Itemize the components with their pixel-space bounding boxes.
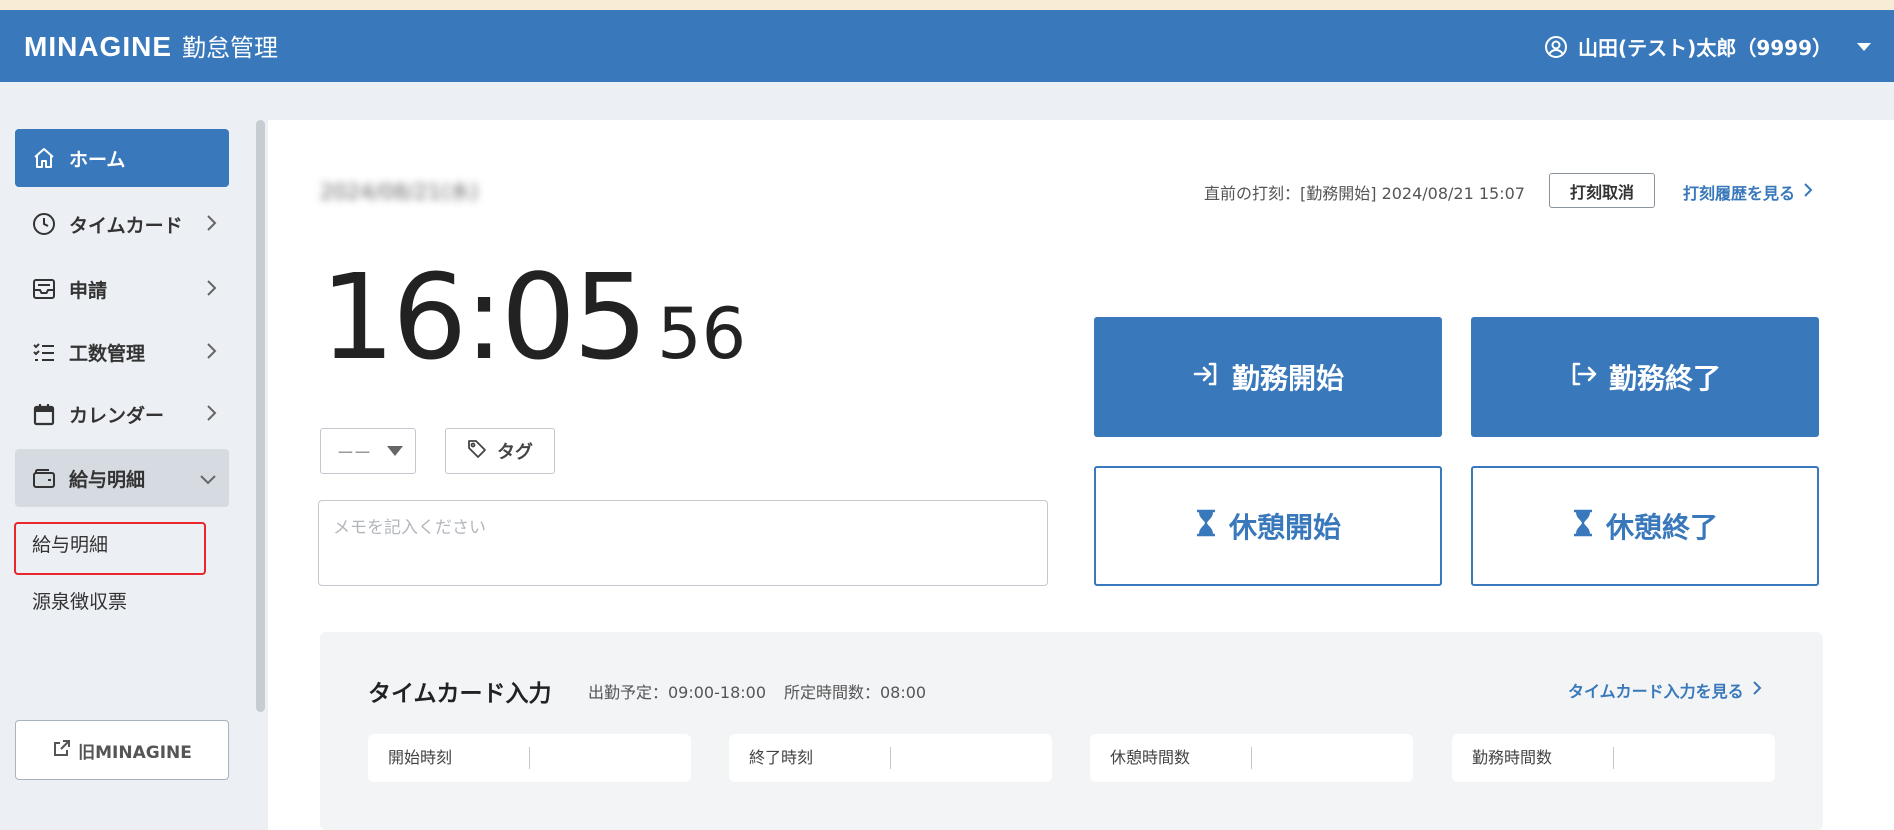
break-end-label: 休憩終了: [1605, 511, 1718, 544]
sign-out-icon: [1569, 360, 1597, 395]
chevron-right-icon: [205, 279, 217, 302]
tag-button[interactable]: タグ: [445, 428, 555, 474]
clock-hours-minutes: 16:05: [320, 248, 648, 386]
work-type-value: ーー: [337, 443, 371, 464]
sidebar-item-label: タイムカード: [69, 214, 183, 237]
home-icon: [31, 145, 57, 171]
work-hours-field[interactable]: 勤務時間数: [1452, 734, 1775, 782]
hourglass-icon: [1572, 509, 1594, 544]
app-header: MINAGINE 勤怠管理 山田(テスト)太郎（9999）: [0, 10, 1894, 82]
app-name: 勤怠管理: [182, 34, 278, 62]
clock-seconds: 56: [657, 293, 747, 375]
work-end-button[interactable]: 勤務終了: [1471, 317, 1819, 437]
sidebar-item-label: 給与明細: [69, 468, 146, 491]
timecard-input-link[interactable]: タイムカード入力を見る: [1568, 678, 1762, 702]
punch-history-link[interactable]: 打刻履歴を見る: [1683, 180, 1813, 204]
hourglass-icon: [1195, 509, 1217, 544]
current-time: 16:05 56: [320, 248, 746, 386]
break-hours-label: 休憩時間数: [1090, 747, 1252, 769]
chevron-right-icon: [205, 342, 217, 365]
chevron-right-icon: [205, 214, 217, 237]
sidebar-item-timecard[interactable]: タイムカード: [15, 195, 229, 253]
calendar-icon: [31, 401, 57, 427]
sidebar-item-workhours[interactable]: 工数管理: [15, 323, 229, 381]
sidebar-item-label: 工数管理: [69, 342, 146, 365]
sidebar-item-label: ホーム: [69, 148, 126, 171]
work-start-label: 勤務開始: [1231, 362, 1344, 395]
external-link-icon: [52, 738, 72, 763]
work-end-label: 勤務終了: [1608, 362, 1721, 395]
break-hours-field[interactable]: 休憩時間数: [1090, 734, 1413, 782]
old-minagine-button[interactable]: 旧MINAGINE: [15, 720, 229, 780]
sidebar-item-payslip[interactable]: 給与明細: [15, 449, 229, 507]
tag-icon: [467, 439, 487, 464]
sidebar-subitem-withholding-slip[interactable]: 源泉徴収票: [32, 587, 127, 614]
timecard-meta: 出勤予定：09:00-18:00 所定時間数：08:00: [588, 679, 944, 703]
tag-label: タグ: [497, 442, 533, 463]
highlight-box: [14, 522, 206, 575]
start-time-label: 開始時刻: [368, 747, 530, 769]
chevron-right-icon: [205, 404, 217, 427]
main-panel: 2024/08/21(水) 直前の打刻：[勤務開始] 2024/08/21 15…: [268, 120, 1894, 830]
punch-history-label: 打刻履歴を見る: [1683, 184, 1796, 203]
end-time-label: 終了時刻: [729, 747, 891, 769]
user-name: 山田(テスト)太郎（9999）: [1578, 36, 1832, 60]
cancel-punch-button[interactable]: 打刻取消: [1549, 173, 1655, 208]
chevron-right-icon: [1752, 680, 1762, 700]
work-start-button[interactable]: 勤務開始: [1094, 317, 1442, 437]
sidebar-scrollbar[interactable]: [256, 120, 265, 712]
memo-input[interactable]: [318, 500, 1048, 586]
scheduled-time: 出勤予定：09:00-18:00: [588, 683, 766, 702]
work-hours-label: 勤務時間数: [1452, 747, 1614, 769]
break-start-label: 休憩開始: [1228, 511, 1341, 544]
required-hours: 所定時間数：08:00: [784, 683, 927, 702]
checklist-icon: [31, 339, 57, 365]
clock-icon: [31, 211, 57, 237]
last-punch-info: 直前の打刻：[勤務開始] 2024/08/21 15:07: [1204, 184, 1525, 203]
break-start-button[interactable]: 休憩開始: [1094, 466, 1442, 586]
sidebar-item-request[interactable]: 申請: [15, 260, 229, 318]
caret-down-icon: [387, 446, 403, 456]
app-logo[interactable]: MINAGINE 勤怠管理: [24, 28, 278, 63]
timecard-input-link-label: タイムカード入力を見る: [1568, 682, 1744, 701]
top-stripe: [0, 0, 1894, 10]
chevron-down-icon: [199, 468, 217, 490]
user-menu[interactable]: 山田(テスト)太郎（9999）: [1544, 32, 1872, 61]
chevron-right-icon: [1803, 182, 1813, 202]
wallet-icon: [31, 465, 57, 491]
sign-in-icon: [1192, 360, 1220, 395]
timecard-input-panel: タイムカード入力 出勤予定：09:00-18:00 所定時間数：08:00 タイム…: [320, 632, 1823, 830]
chevron-down-icon: [1856, 41, 1872, 53]
break-end-button[interactable]: 休憩終了: [1471, 466, 1819, 586]
current-date: 2024/08/21(水): [320, 180, 479, 204]
end-time-field[interactable]: 終了時刻: [729, 734, 1052, 782]
sidebar-item-calendar[interactable]: カレンダー: [15, 385, 229, 443]
timecard-title: タイムカード入力: [368, 681, 552, 707]
sidebar-item-home[interactable]: ホーム: [15, 129, 229, 187]
logo-text: MINAGINE: [24, 31, 172, 62]
start-time-field[interactable]: 開始時刻: [368, 734, 691, 782]
work-type-select[interactable]: ーー: [320, 428, 416, 474]
sidebar-item-label: 申請: [69, 279, 108, 302]
inbox-icon: [31, 276, 57, 302]
sidebar-item-label: カレンダー: [69, 404, 165, 427]
old-minagine-label: 旧MINAGINE: [78, 742, 192, 763]
user-avatar-icon: [1544, 35, 1568, 59]
